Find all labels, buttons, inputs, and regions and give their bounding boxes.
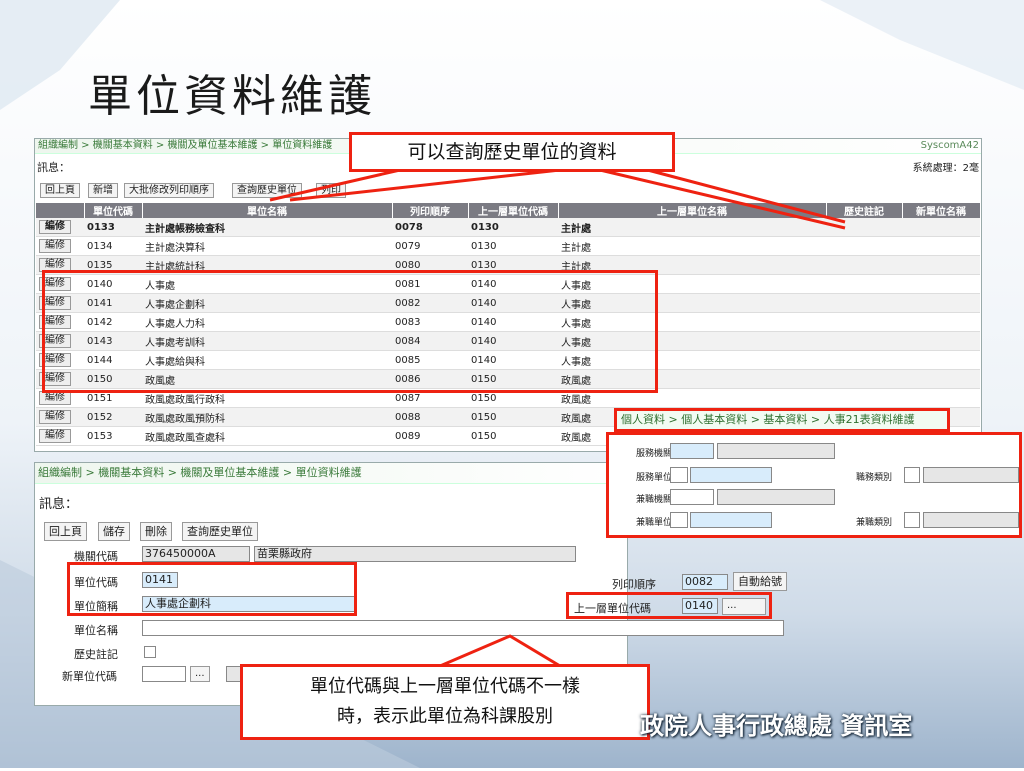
part-time-unit-name	[690, 512, 772, 528]
part-time-agency-label: 兼職機關	[636, 495, 673, 505]
service-unit-input[interactable]	[670, 467, 688, 483]
callout-pointer-bottom	[439, 634, 566, 668]
job-category-input[interactable]	[904, 467, 920, 483]
job-category-label: 職務類別	[856, 473, 893, 483]
service-agency-input[interactable]	[670, 443, 714, 459]
part-time-category-label: 兼職類別	[856, 518, 893, 528]
part-time-agency-name	[717, 489, 835, 505]
service-agency-name	[717, 443, 835, 459]
part-time-unit-label: 兼職單位	[636, 518, 673, 528]
personnel-breadcrumb: 個人資料 > 個人基本資料 > 基本資料 > 人事21表資料維護	[614, 408, 950, 432]
part-time-category-input[interactable]	[904, 512, 920, 528]
service-unit-name	[690, 467, 772, 483]
footer-org-name: 政院人事行政總處 資訊室	[640, 712, 913, 740]
part-time-unit-input[interactable]	[670, 512, 688, 528]
job-category-name	[923, 467, 1019, 483]
callout-unit-code-note: 單位代碼與上一層單位代碼不一樣 時，表示此單位為科課股別	[240, 664, 650, 740]
service-unit-label: 服務單位	[636, 473, 673, 483]
part-time-category-name	[923, 512, 1019, 528]
part-time-agency-input[interactable]	[670, 489, 714, 505]
service-agency-label: 服務機關	[636, 449, 673, 459]
